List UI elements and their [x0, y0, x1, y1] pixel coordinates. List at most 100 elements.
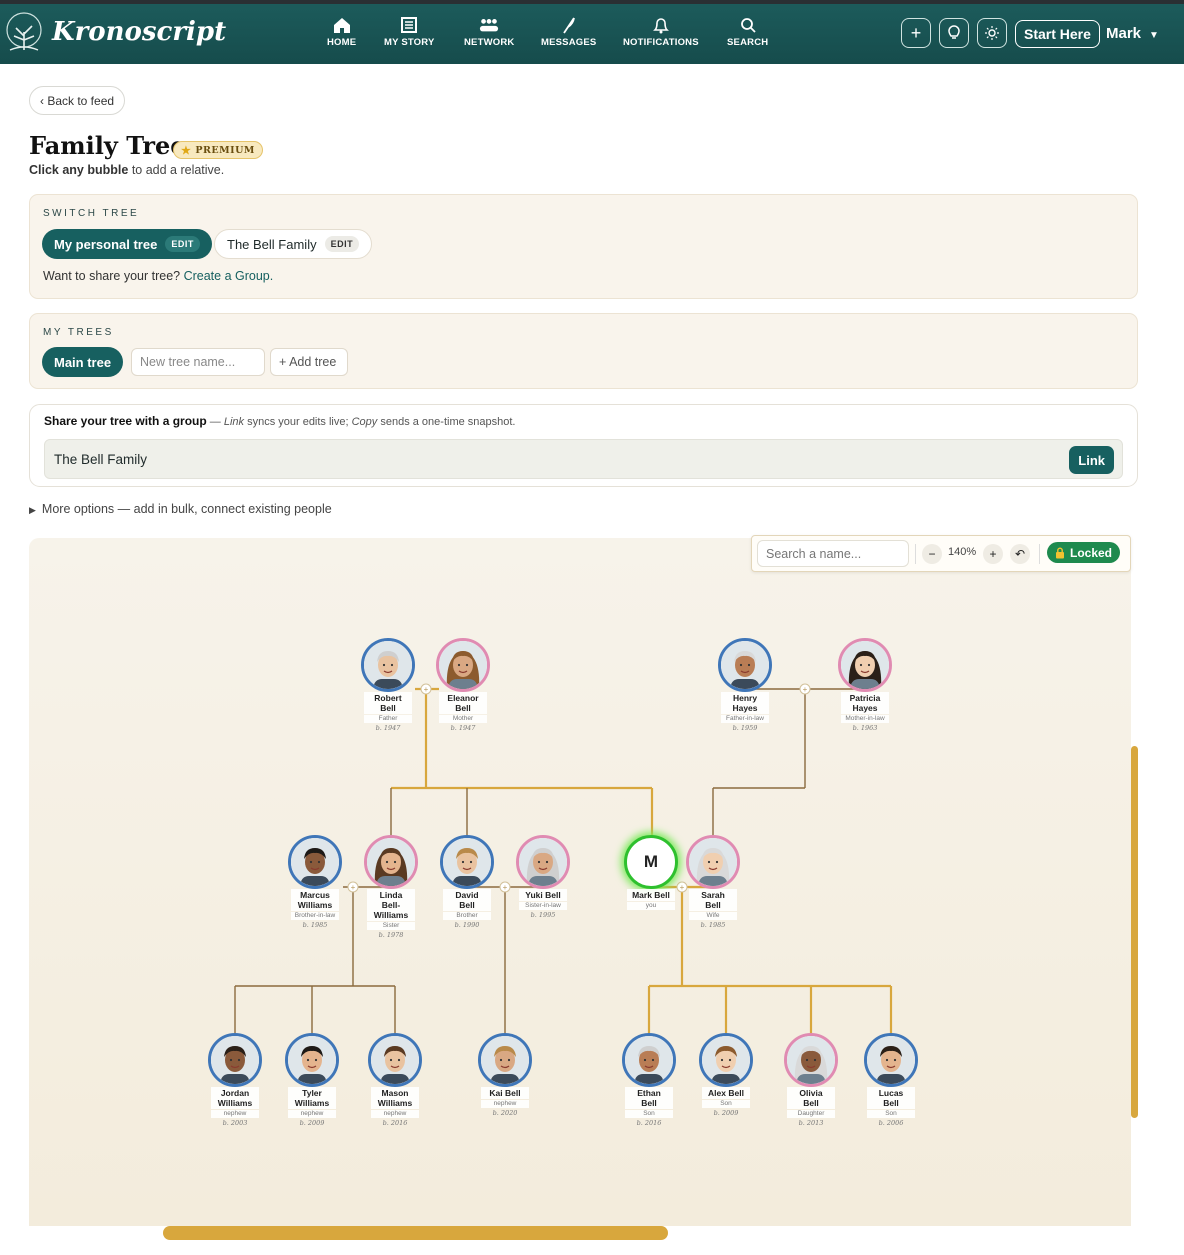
person-relation: nephew: [371, 1110, 419, 1118]
lightbulb-icon: [948, 25, 960, 39]
person-avatar[interactable]: [516, 835, 570, 889]
edit-badge[interactable]: EDIT: [324, 236, 360, 252]
person-linda-bell-williams[interactable]: Linda Bell-Williams Sister b. 1978: [351, 835, 431, 939]
person-yuki-bell[interactable]: Yuki Bell Sister-in-law b. 1995: [503, 835, 583, 925]
person-kai-bell[interactable]: Kai Bell nephew b. 2020: [465, 1033, 545, 1123]
person-avatar[interactable]: [440, 835, 494, 889]
person-birth-year: b. 1985: [302, 921, 328, 929]
switch-tree-card: SWITCH TREE My personal tree EDIT The Be…: [29, 194, 1138, 299]
person-avatar[interactable]: [368, 1033, 422, 1087]
person-avatar[interactable]: [718, 638, 772, 692]
person-avatar[interactable]: M: [624, 835, 678, 889]
nav-network[interactable]: NETWORK: [464, 16, 514, 48]
person-birth-year: b. 2009: [299, 1119, 325, 1127]
plus-icon: +: [803, 685, 808, 694]
nav-messages-label: MESSAGES: [541, 37, 597, 48]
nav-my-story[interactable]: MY STORY: [384, 16, 435, 48]
person-alex-bell[interactable]: Alex Bell Son b. 2009: [686, 1033, 766, 1123]
brand[interactable]: Kronoscript: [0, 10, 226, 54]
person-avatar[interactable]: [478, 1033, 532, 1087]
person-relation: nephew: [288, 1110, 336, 1118]
family-tree-canvas[interactable]: + + + + + Robert Bell Father b. 1947 Eleanor Be…: [29, 538, 1131, 1226]
new-tree-name-input[interactable]: New tree name...: [131, 348, 265, 376]
zoom-in-button[interactable]: +: [983, 544, 1003, 564]
person-name: David Bell: [443, 889, 491, 911]
person-tyler-williams[interactable]: Tyler Williams nephew b. 2009: [272, 1033, 352, 1127]
create-group-link[interactable]: Create a Group.: [184, 269, 274, 283]
link-button[interactable]: Link: [1069, 446, 1114, 474]
person-relation: nephew: [211, 1110, 259, 1118]
person-name: Marcus Williams: [291, 889, 339, 911]
tree-tab-bell-family[interactable]: The Bell Family EDIT: [214, 229, 373, 259]
person-mason-williams[interactable]: Mason Williams nephew b. 2016: [355, 1033, 435, 1127]
person-henry-hayes[interactable]: Henry Hayes Father-in-law b. 1959: [705, 638, 785, 732]
add-button[interactable]: +: [901, 18, 931, 48]
person-avatar[interactable]: [436, 638, 490, 692]
person-avatar[interactable]: [838, 638, 892, 692]
horizontal-scrollbar[interactable]: [163, 1226, 668, 1240]
person-avatar[interactable]: [699, 1033, 753, 1087]
person-avatar[interactable]: [784, 1033, 838, 1087]
person-avatar[interactable]: [622, 1033, 676, 1087]
person-sarah-bell[interactable]: Sarah Bell Wife b. 1985: [673, 835, 753, 929]
lock-label: Locked: [1070, 545, 1113, 560]
person-avatar[interactable]: [361, 638, 415, 692]
reset-view-button[interactable]: ↶: [1010, 544, 1030, 564]
person-birth-year: b. 2016: [636, 1119, 662, 1127]
person-robert-bell[interactable]: Robert Bell Father b. 1947: [348, 638, 428, 732]
person-ethan-bell[interactable]: Ethan Bell Son b. 2016: [609, 1033, 689, 1127]
lock-toggle-button[interactable]: Locked: [1047, 542, 1121, 563]
portrait-icon: [291, 838, 339, 886]
person-name: Alex Bell: [702, 1087, 750, 1099]
person-avatar[interactable]: [288, 835, 342, 889]
subtitle-bold: Click any bubble: [29, 163, 129, 177]
ideas-button[interactable]: [939, 18, 969, 48]
person-avatar[interactable]: [285, 1033, 339, 1087]
person-name: Lucas Bell: [867, 1087, 915, 1109]
person-eleanor-bell[interactable]: Eleanor Bell Mother b. 1947: [423, 638, 503, 732]
person-birth-year: b. 2013: [798, 1119, 824, 1127]
person-david-bell[interactable]: David Bell Brother b. 1990: [427, 835, 507, 929]
person-relation: Wife: [689, 912, 737, 920]
person-patricia-hayes[interactable]: Patricia Hayes Mother-in-law b. 1963: [825, 638, 905, 732]
nav-home[interactable]: HOME: [327, 16, 356, 48]
tree-tab-personal[interactable]: My personal tree EDIT: [42, 229, 212, 259]
more-options-toggle[interactable]: ▶ More options — add in bulk, connect exi…: [29, 502, 332, 516]
nav-messages[interactable]: MESSAGES: [541, 16, 596, 48]
theme-toggle-button[interactable]: [977, 18, 1007, 48]
vertical-scrollbar[interactable]: [1131, 746, 1138, 1118]
divider: [1039, 544, 1040, 564]
zoom-out-button[interactable]: −: [922, 544, 942, 564]
start-here-button[interactable]: Start Here: [1015, 20, 1100, 48]
person-avatar[interactable]: [208, 1033, 262, 1087]
person-avatar[interactable]: [364, 835, 418, 889]
person-jordan-williams[interactable]: Jordan Williams nephew b. 2003: [195, 1033, 275, 1127]
person-relation: Sister-in-law: [519, 902, 567, 910]
nav-notifications[interactable]: NOTIFICATIONS: [623, 16, 699, 48]
page-title: Family Tree: [29, 131, 186, 160]
person-lucas-bell[interactable]: Lucas Bell Son b. 2006: [851, 1033, 931, 1127]
person-relation: Daughter: [787, 1110, 835, 1118]
portrait-icon: [367, 838, 415, 886]
person-olivia-bell[interactable]: Olivia Bell Daughter b. 2013: [771, 1033, 851, 1127]
person-birth-year: b. 1947: [450, 724, 476, 732]
main-tree-button[interactable]: Main tree: [42, 347, 124, 377]
people-icon: [480, 19, 499, 32]
person-marcus-williams[interactable]: Marcus Williams Brother-in-law b. 1985: [275, 835, 355, 929]
add-tree-button[interactable]: + Add tree: [270, 348, 348, 376]
nav-search[interactable]: SEARCH: [727, 16, 768, 48]
person-avatar[interactable]: [686, 835, 740, 889]
portrait-icon: [439, 641, 487, 689]
person-avatar[interactable]: [864, 1033, 918, 1087]
back-to-feed-button[interactable]: ‹ Back to feed: [29, 86, 126, 115]
user-menu[interactable]: Mark ▼: [1106, 25, 1159, 42]
nav-my-story-label: MY STORY: [384, 37, 435, 48]
edit-badge[interactable]: EDIT: [165, 236, 200, 252]
group-select[interactable]: The Bell Family Link: [44, 439, 1123, 479]
person-relation: Sister: [367, 922, 415, 930]
portrait-icon: [519, 838, 567, 886]
portrait-icon: [787, 1036, 835, 1084]
nav-notifications-label: NOTIFICATIONS: [623, 37, 699, 48]
name-search-input[interactable]: Search a name...: [757, 540, 909, 567]
person-name: Patricia Hayes: [841, 692, 889, 714]
